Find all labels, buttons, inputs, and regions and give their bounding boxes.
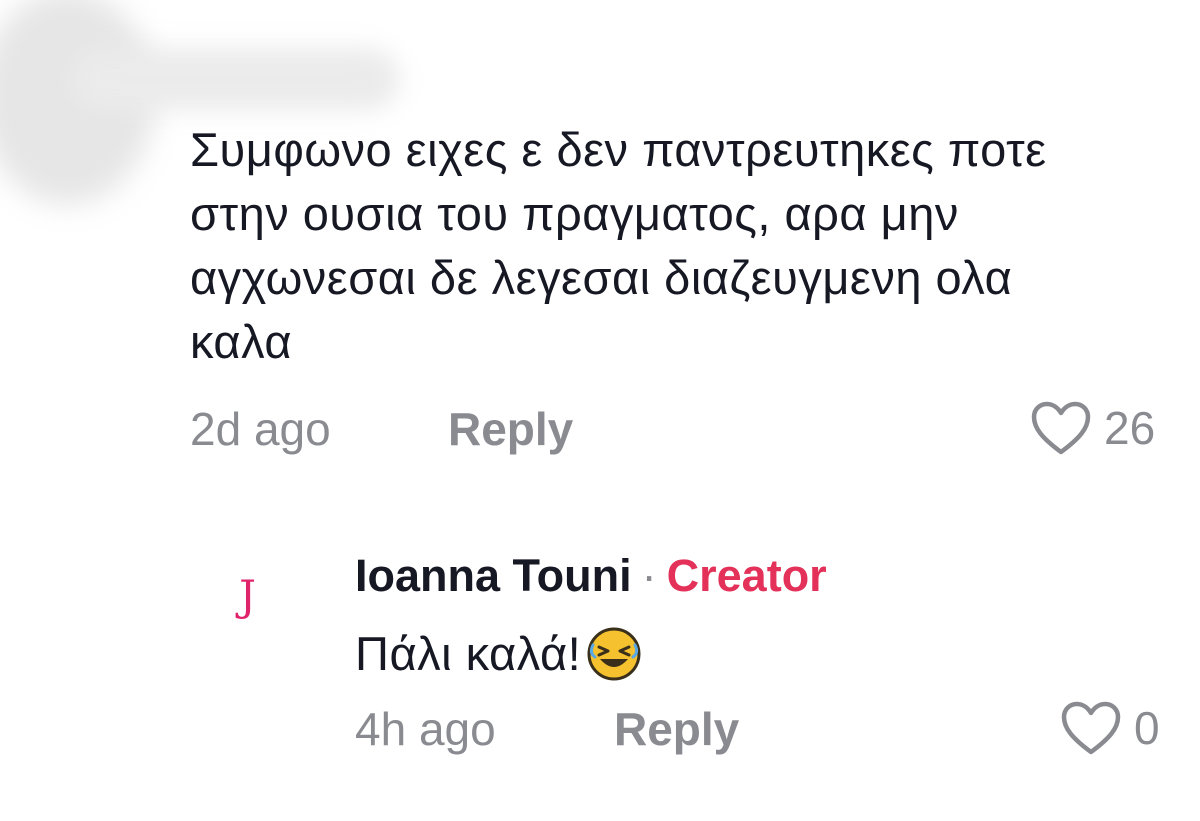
like-count: 0 bbox=[1134, 702, 1160, 754]
heart-icon bbox=[1060, 700, 1122, 756]
laughing-emoji-icon bbox=[585, 625, 643, 683]
comment-like-button[interactable]: 26 bbox=[1030, 400, 1155, 456]
reply-header: Ioanna Touni · Creator bbox=[355, 548, 827, 604]
separator-dot: · bbox=[641, 550, 657, 601]
comment-timestamp: 2d ago bbox=[190, 403, 331, 455]
reply-timestamp: 4h ago bbox=[355, 703, 496, 755]
reply-text-content: Πάλι καλά! bbox=[355, 627, 582, 680]
reply-like-button[interactable]: 0 bbox=[1060, 700, 1160, 756]
comment-reply-button[interactable]: Reply bbox=[448, 402, 573, 456]
like-count: 26 bbox=[1104, 402, 1156, 454]
reply-reply-button[interactable]: Reply bbox=[614, 702, 739, 756]
avatar-letter: J bbox=[239, 571, 256, 620]
blurred-username bbox=[70, 48, 400, 110]
reply-text: Πάλι καλά! bbox=[355, 624, 643, 684]
heart-icon bbox=[1030, 400, 1092, 456]
author-name[interactable]: Ioanna Touni bbox=[355, 550, 632, 601]
creator-badge: Creator bbox=[666, 550, 827, 601]
comment-text: Συμφωνο ειχες ε δεν παντρευτηκες ποτε στ… bbox=[190, 123, 1047, 368]
avatar[interactable]: J bbox=[200, 548, 295, 643]
